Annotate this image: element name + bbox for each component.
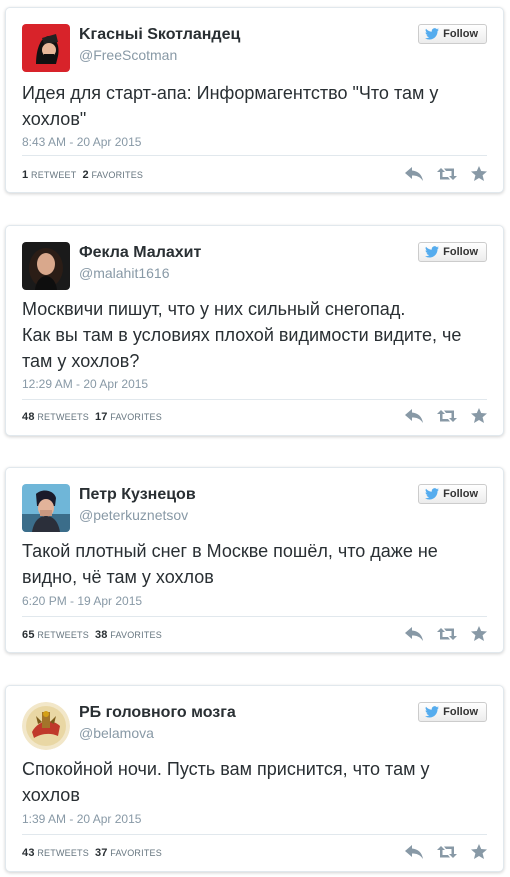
favorite-icon[interactable]	[471, 844, 487, 859]
tweet-stats: 43 RETWEETS 37 FAVORITES	[22, 847, 162, 859]
follow-button[interactable]: Follow	[418, 702, 487, 722]
tweet-text-line: видно, чё там у хохлов	[22, 567, 214, 587]
tweet-text: Идея для старт-апа: Информагентство "Что…	[22, 80, 487, 132]
follow-button[interactable]: Follow	[418, 24, 487, 44]
follow-button[interactable]: Follow	[418, 484, 487, 504]
user-handle[interactable]: @FreeScotman	[79, 47, 177, 63]
retweet-count[interactable]: 48 RETWEETS	[22, 411, 89, 423]
avatar[interactable]	[22, 242, 70, 290]
tweet-text-line: Спокойной ночи. Пусть вам приснится, что…	[22, 759, 430, 779]
reply-icon[interactable]	[405, 626, 423, 641]
favorite-count[interactable]: 17 FAVORITES	[95, 411, 162, 423]
avatar[interactable]	[22, 702, 70, 750]
user-handle[interactable]: @belamova	[79, 725, 154, 741]
retweet-count[interactable]: 65 RETWEETS	[22, 629, 89, 641]
follow-label: Follow	[443, 706, 478, 718]
tweet-text-line: хохлов	[22, 785, 80, 805]
tweet-card: РБ головного мозга @belamova Follow Спок…	[5, 685, 504, 872]
bird-icon	[425, 488, 440, 500]
user-name[interactable]: Петр Кузнецов	[79, 486, 196, 504]
tweet-text: Москвичи пишут, что у них сильный снегоп…	[22, 296, 487, 374]
tweet-text-line: Идея для старт-апа: Информагентство "Что…	[22, 83, 439, 103]
retweet-icon[interactable]	[437, 409, 457, 423]
user-handle[interactable]: @peterkuznetsov	[79, 507, 188, 523]
bird-icon	[425, 246, 440, 258]
divider	[22, 399, 487, 400]
retweet-icon[interactable]	[437, 627, 457, 641]
tweet-timestamp[interactable]: 8:43 AM - 20 Apr 2015	[22, 135, 141, 149]
follow-label: Follow	[443, 246, 478, 258]
reply-icon[interactable]	[405, 844, 423, 859]
reply-icon[interactable]	[405, 408, 423, 423]
tweet-text: Такой плотный снег в Москве пошёл, что д…	[22, 538, 487, 590]
tweet-actions	[405, 408, 487, 423]
user-name[interactable]: Фекла Малахит	[79, 244, 201, 262]
reply-icon[interactable]	[405, 166, 423, 181]
tweet-card: Фекла Малахит @malahit1616 Follow Москви…	[5, 225, 504, 436]
follow-button[interactable]: Follow	[418, 242, 487, 262]
follow-label: Follow	[443, 28, 478, 40]
favorite-count[interactable]: 2 FAVORITES	[82, 169, 143, 181]
tweet-card: Петр Кузнецов @peterkuznetsov Follow Так…	[5, 467, 504, 653]
bird-icon	[425, 706, 440, 718]
tweet-timestamp[interactable]: 6:20 PM - 19 Apr 2015	[22, 594, 142, 608]
user-handle[interactable]: @malahit1616	[79, 265, 170, 281]
retweet-count[interactable]: 43 RETWEETS	[22, 847, 89, 859]
avatar[interactable]	[22, 24, 70, 72]
tweet-timestamp[interactable]: 1:39 AM - 20 Apr 2015	[22, 812, 141, 826]
user-name[interactable]: РБ головного мозга	[79, 704, 236, 722]
bird-icon	[425, 28, 440, 40]
tweet-stats: 48 RETWEETS 17 FAVORITES	[22, 411, 162, 423]
tweet-timestamp[interactable]: 12:29 AM - 20 Apr 2015	[22, 377, 148, 391]
divider	[22, 155, 487, 156]
favorite-icon[interactable]	[471, 626, 487, 641]
tweet-actions	[405, 166, 487, 181]
follow-label: Follow	[443, 488, 478, 500]
tweet-text-line: Москвичи пишут, что у них сильный снегоп…	[22, 299, 406, 319]
tweet-text-line: Такой плотный снег в Москве пошёл, что д…	[22, 541, 438, 561]
tweet-stats: 65 RETWEETS 38 FAVORITES	[22, 629, 162, 641]
retweet-icon[interactable]	[437, 845, 457, 859]
retweet-count[interactable]: 1 RETWEET	[22, 169, 76, 181]
tweet-actions	[405, 626, 487, 641]
avatar[interactable]	[22, 484, 70, 532]
tweet-card: Kгaсныi Sкотландец @FreeScotman Follow И…	[5, 7, 504, 193]
tweet-text-line: хохлов"	[22, 109, 87, 129]
tweet-actions	[405, 844, 487, 859]
tweet-text-line: там у хохлов?	[22, 351, 140, 371]
retweet-icon[interactable]	[437, 167, 457, 181]
favorite-icon[interactable]	[471, 166, 487, 181]
divider	[22, 834, 487, 835]
favorite-count[interactable]: 37 FAVORITES	[95, 847, 162, 859]
favorite-icon[interactable]	[471, 408, 487, 423]
tweet-text: Спокойной ночи. Пусть вам приснится, что…	[22, 756, 487, 808]
favorite-count[interactable]: 38 FAVORITES	[95, 629, 162, 641]
tweet-text-line: Как вы там в условиях плохой видимости в…	[22, 325, 462, 345]
user-name[interactable]: Kгaсныi Sкотландец	[79, 26, 240, 44]
divider	[22, 616, 487, 617]
tweet-stats: 1 RETWEET 2 FAVORITES	[22, 169, 143, 181]
